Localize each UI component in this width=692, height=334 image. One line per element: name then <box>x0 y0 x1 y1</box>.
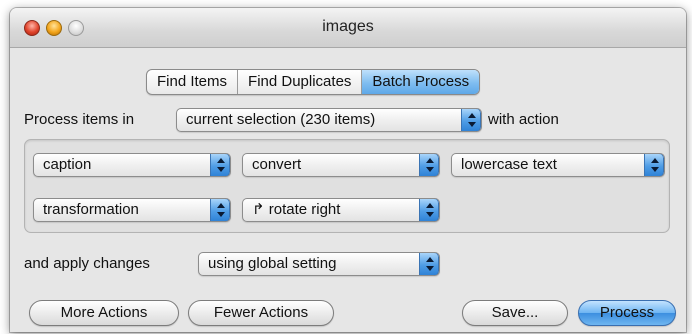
action2-operation-value: ↱ rotate right <box>252 201 341 218</box>
window-content: Find Items Find Duplicates Batch Process… <box>10 49 686 332</box>
action1-target-popup[interactable]: caption <box>33 153 231 177</box>
apply-changes-label: and apply changes <box>24 255 150 272</box>
process-button[interactable]: Process <box>578 300 676 326</box>
action1-operation-value: convert <box>252 156 302 173</box>
fewer-actions-button[interactable]: Fewer Actions <box>188 300 334 326</box>
action2-operation-popup[interactable]: ↱ rotate right <box>242 198 440 222</box>
action2-target-popup[interactable]: transformation <box>33 198 231 222</box>
scope-popup[interactable]: current selection (230 items) <box>176 108 482 132</box>
actions-group: caption convert lowercase text transform… <box>24 139 670 233</box>
action1-target-value: caption <box>43 156 92 173</box>
scope-popup-value: current selection (230 items) <box>186 111 376 128</box>
apply-changes-popup[interactable]: using global setting <box>198 252 440 276</box>
tab-find-duplicates[interactable]: Find Duplicates <box>238 70 363 94</box>
more-actions-button[interactable]: More Actions <box>29 300 179 326</box>
popup-arrows-icon <box>210 199 230 221</box>
mode-tabs: Find Items Find Duplicates Batch Process <box>146 69 481 95</box>
action1-option-popup[interactable]: lowercase text <box>451 153 665 177</box>
process-items-label: Process items in <box>24 111 135 128</box>
action1-option-value: lowercase text <box>461 156 557 173</box>
title-bar: images <box>10 8 686 48</box>
app-window: images Find Items Find Duplicates Batch … <box>10 8 686 332</box>
popup-arrows-icon <box>419 253 439 275</box>
tab-batch-process[interactable]: Batch Process <box>362 70 480 94</box>
tab-find-items[interactable]: Find Items <box>147 70 239 94</box>
popup-arrows-icon <box>644 154 664 176</box>
popup-arrows-icon <box>419 154 439 176</box>
window-title: images <box>322 18 374 35</box>
popup-arrows-icon <box>210 154 230 176</box>
with-action-label: with action <box>488 111 559 128</box>
apply-changes-value: using global setting <box>208 255 337 272</box>
action1-operation-popup[interactable]: convert <box>242 153 440 177</box>
popup-arrows-icon <box>461 109 481 131</box>
popup-arrows-icon <box>419 199 439 221</box>
save-button[interactable]: Save... <box>462 300 568 326</box>
action2-target-value: transformation <box>43 201 139 218</box>
